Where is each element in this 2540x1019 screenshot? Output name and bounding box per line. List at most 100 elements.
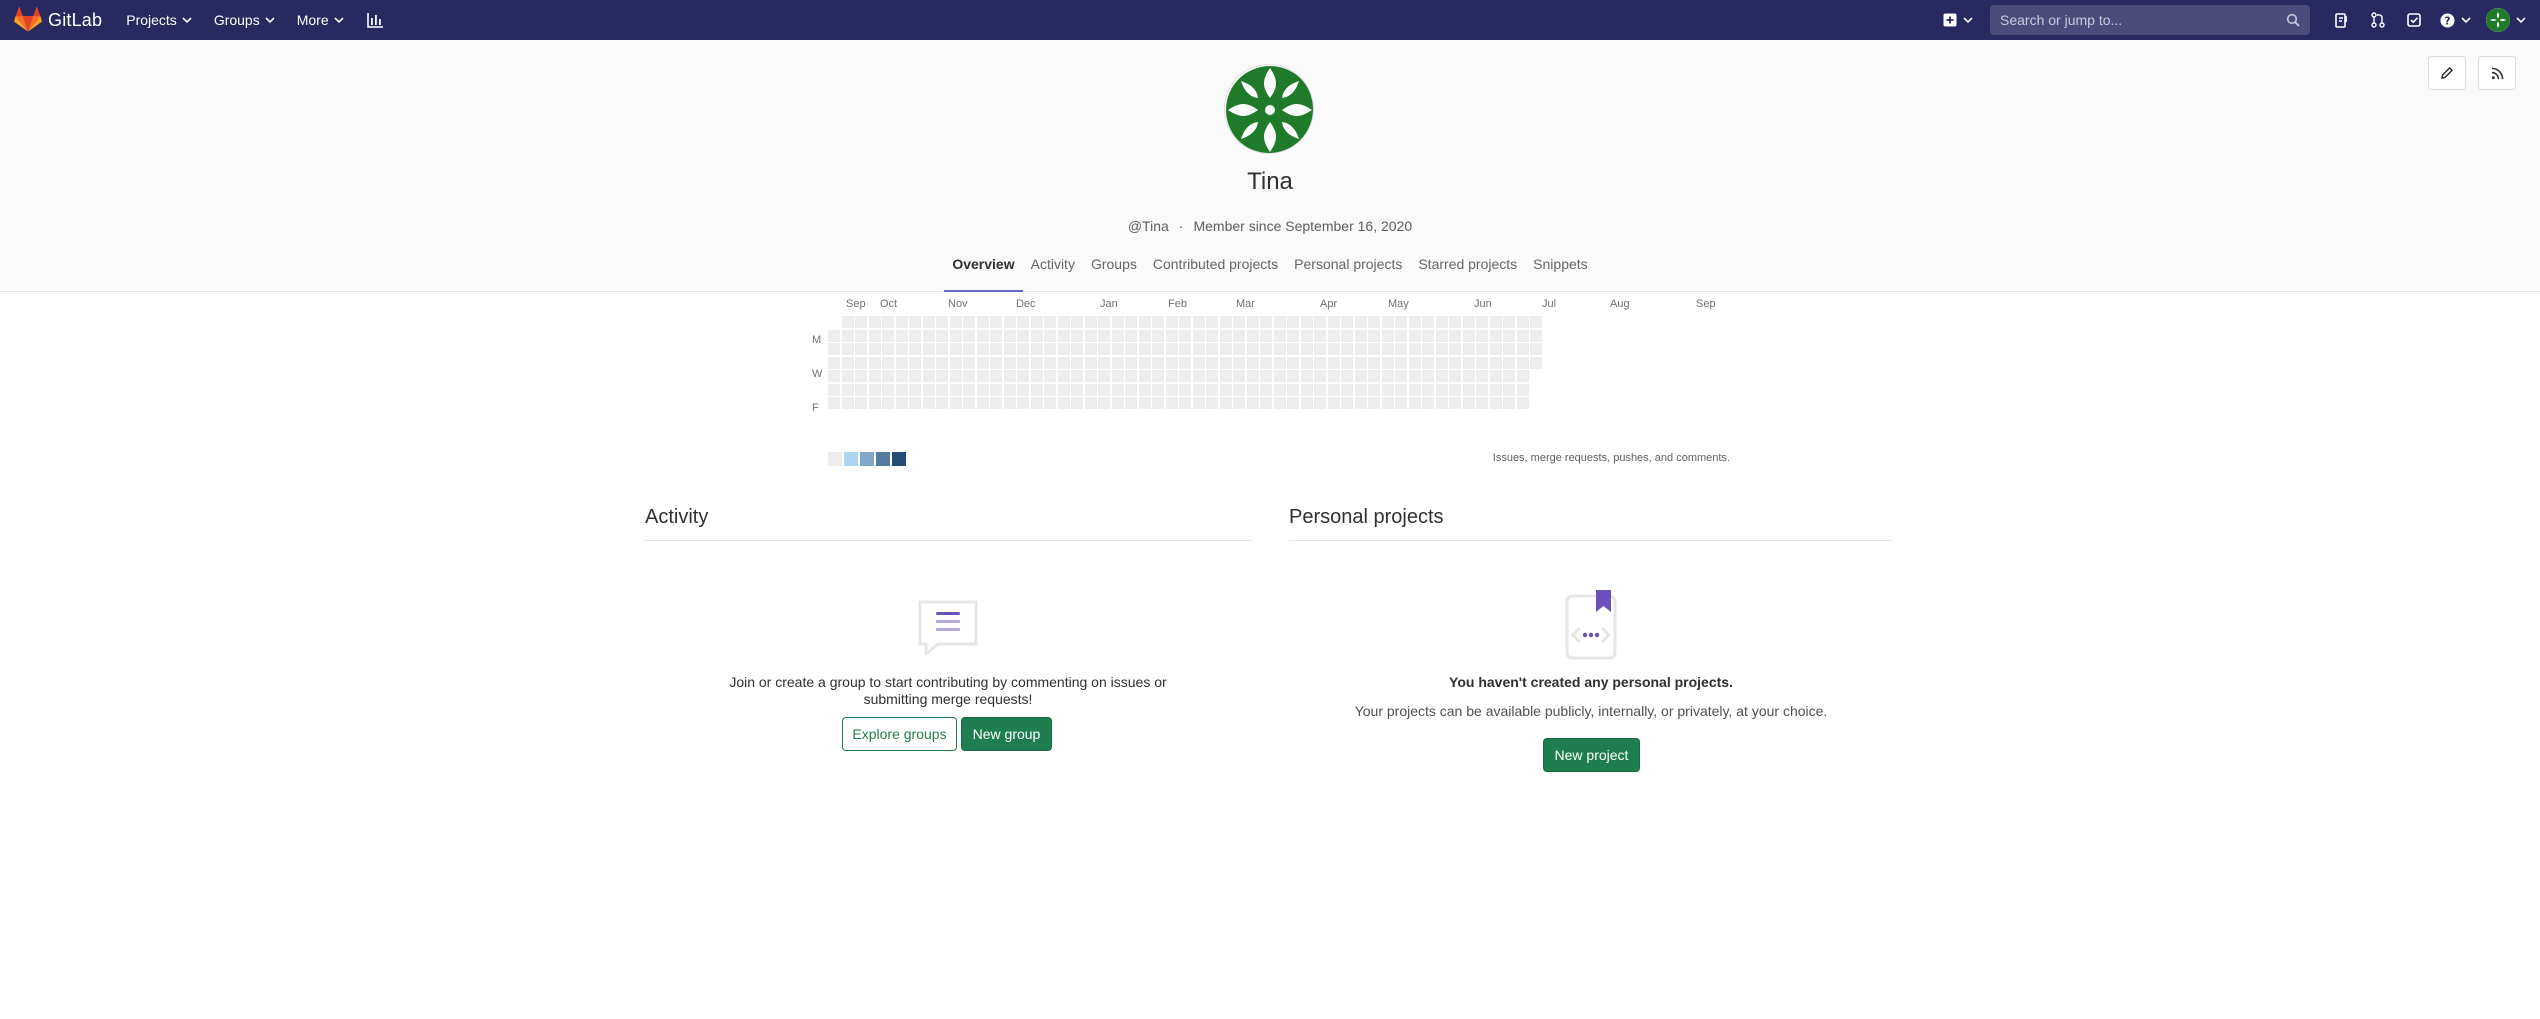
calendar-day-cell[interactable]	[868, 343, 881, 355]
calendar-day-cell[interactable]	[1192, 370, 1205, 382]
tab-contributed-projects[interactable]: Contributed projects	[1145, 250, 1286, 292]
calendar-day-cell[interactable]	[1503, 383, 1515, 396]
user-menu[interactable]	[2480, 6, 2532, 34]
calendar-day-cell[interactable]	[1449, 356, 1461, 369]
calendar-day-cell[interactable]	[1246, 343, 1259, 355]
calendar-day-cell[interactable]	[1516, 397, 1529, 409]
calendar-day-cell[interactable]	[1138, 343, 1151, 355]
calendar-day-cell[interactable]	[1125, 397, 1137, 409]
calendar-day-cell[interactable]	[936, 397, 948, 409]
calendar-day-cell[interactable]	[1435, 370, 1448, 382]
calendar-day-cell[interactable]	[1327, 356, 1340, 369]
calendar-day-cell[interactable]	[895, 343, 908, 355]
calendar-day-cell[interactable]	[1368, 370, 1380, 382]
calendar-day-cell[interactable]	[1395, 343, 1407, 355]
tab-groups[interactable]: Groups	[1083, 250, 1145, 292]
calendar-day-cell[interactable]	[976, 316, 989, 328]
calendar-day-cell[interactable]	[841, 370, 854, 382]
projects-menu[interactable]: Projects	[126, 12, 192, 28]
groups-menu[interactable]: Groups	[214, 12, 275, 28]
calendar-day-cell[interactable]	[1138, 316, 1151, 328]
calendar-day-cell[interactable]	[1354, 356, 1367, 369]
calendar-day-cell[interactable]	[855, 397, 867, 409]
calendar-day-cell[interactable]	[1098, 329, 1110, 342]
calendar-day-cell[interactable]	[1327, 316, 1340, 328]
issues-icon[interactable]	[2396, 6, 2432, 34]
calendar-day-cell[interactable]	[828, 397, 840, 409]
calendar-day-cell[interactable]	[990, 329, 1002, 342]
calendar-day-cell[interactable]	[963, 329, 975, 342]
calendar-day-cell[interactable]	[963, 316, 975, 328]
calendar-day-cell[interactable]	[1287, 397, 1299, 409]
calendar-day-cell[interactable]	[909, 383, 921, 396]
calendar-day-cell[interactable]	[1489, 343, 1502, 355]
calendar-day-cell[interactable]	[976, 329, 989, 342]
calendar-day-cell[interactable]	[1017, 329, 1029, 342]
calendar-day-cell[interactable]	[1084, 316, 1097, 328]
calendar-day-cell[interactable]	[1435, 356, 1448, 369]
calendar-day-cell[interactable]	[1044, 370, 1056, 382]
calendar-day-cell[interactable]	[1449, 397, 1461, 409]
calendar-day-cell[interactable]	[1125, 370, 1137, 382]
calendar-day-cell[interactable]	[1435, 316, 1448, 328]
calendar-day-cell[interactable]	[1003, 316, 1016, 328]
calendar-day-cell[interactable]	[1341, 383, 1353, 396]
calendar-day-cell[interactable]	[1003, 343, 1016, 355]
calendar-day-cell[interactable]	[1476, 316, 1488, 328]
calendar-day-cell[interactable]	[1435, 397, 1448, 409]
calendar-day-cell[interactable]	[1233, 356, 1245, 369]
new-group-button[interactable]: New group	[961, 717, 1052, 751]
calendar-day-cell[interactable]	[1503, 356, 1515, 369]
calendar-day-cell[interactable]	[1422, 329, 1434, 342]
calendar-day-cell[interactable]	[1354, 383, 1367, 396]
calendar-day-cell[interactable]	[1165, 343, 1178, 355]
calendar-day-cell[interactable]	[1084, 329, 1097, 342]
calendar-day-cell[interactable]	[1165, 370, 1178, 382]
calendar-day-cell[interactable]	[1003, 383, 1016, 396]
calendar-day-cell[interactable]	[1111, 356, 1124, 369]
gitlab-logo[interactable]: GitLab	[14, 0, 102, 40]
calendar-day-cell[interactable]	[949, 356, 962, 369]
calendar-day-cell[interactable]	[855, 316, 867, 328]
calendar-day-cell[interactable]	[1084, 356, 1097, 369]
calendar-day-cell[interactable]	[1341, 370, 1353, 382]
calendar-day-cell[interactable]	[1125, 356, 1137, 369]
analytics-icon[interactable]	[366, 12, 384, 28]
calendar-day-cell[interactable]	[882, 356, 894, 369]
calendar-day-cell[interactable]	[1300, 356, 1313, 369]
calendar-day-cell[interactable]	[1165, 397, 1178, 409]
calendar-day-cell[interactable]	[1354, 329, 1367, 342]
calendar-day-cell[interactable]	[1219, 343, 1232, 355]
calendar-day-cell[interactable]	[1503, 329, 1515, 342]
calendar-day-cell[interactable]	[1381, 343, 1394, 355]
calendar-day-cell[interactable]	[1044, 383, 1056, 396]
calendar-day-cell[interactable]	[1260, 343, 1272, 355]
calendar-day-cell[interactable]	[1017, 383, 1029, 396]
calendar-day-cell[interactable]	[868, 397, 881, 409]
calendar-day-cell[interactable]	[841, 316, 854, 328]
calendar-day-cell[interactable]	[1368, 343, 1380, 355]
calendar-day-cell[interactable]	[990, 397, 1002, 409]
calendar-day-cell[interactable]	[1395, 383, 1407, 396]
calendar-day-cell[interactable]	[1489, 356, 1502, 369]
calendar-day-cell[interactable]	[1503, 343, 1515, 355]
calendar-day-cell[interactable]	[1192, 316, 1205, 328]
calendar-day-cell[interactable]	[909, 329, 921, 342]
calendar-day-cell[interactable]	[1219, 329, 1232, 342]
calendar-day-cell[interactable]	[1260, 329, 1272, 342]
calendar-day-cell[interactable]	[1125, 383, 1137, 396]
calendar-day-cell[interactable]	[1206, 383, 1218, 396]
calendar-day-cell[interactable]	[1516, 329, 1529, 342]
calendar-day-cell[interactable]	[1408, 343, 1421, 355]
calendar-day-cell[interactable]	[1260, 356, 1272, 369]
calendar-day-cell[interactable]	[1381, 397, 1394, 409]
calendar-day-cell[interactable]	[1098, 370, 1110, 382]
calendar-day-cell[interactable]	[1489, 397, 1502, 409]
calendar-day-cell[interactable]	[882, 383, 894, 396]
calendar-day-cell[interactable]	[1057, 356, 1070, 369]
calendar-day-cell[interactable]	[1057, 370, 1070, 382]
calendar-day-cell[interactable]	[1462, 356, 1475, 369]
calendar-day-cell[interactable]	[1287, 316, 1299, 328]
calendar-day-cell[interactable]	[1449, 370, 1461, 382]
calendar-day-cell[interactable]	[1395, 329, 1407, 342]
